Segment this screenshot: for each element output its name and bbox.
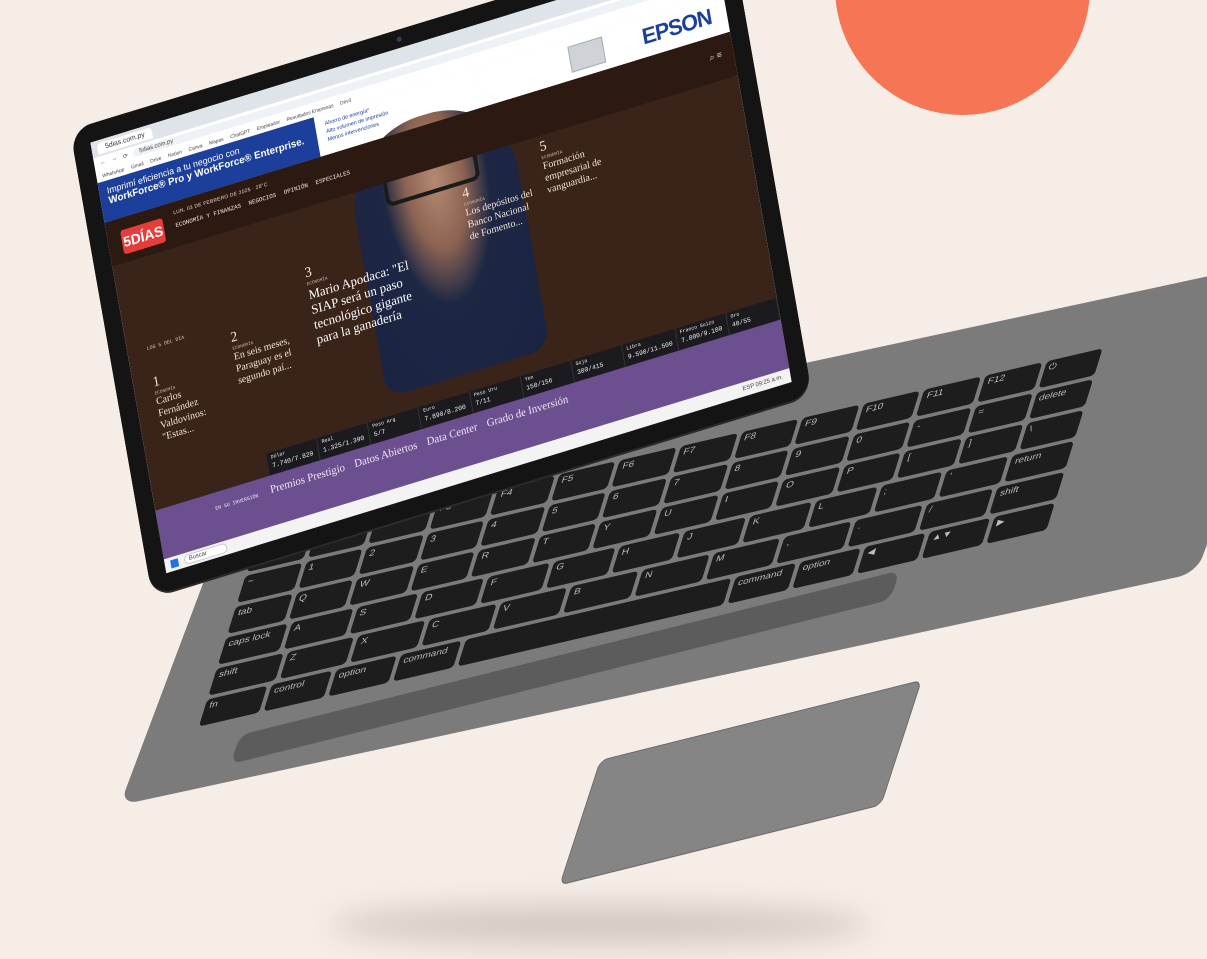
nav-item[interactable]: OPINIÓN xyxy=(283,182,308,196)
investment-link[interactable]: Data Center xyxy=(426,421,479,448)
back-icon[interactable]: ← xyxy=(100,159,107,167)
forward-icon[interactable]: → xyxy=(111,155,118,163)
trackpad[interactable] xyxy=(559,679,923,886)
site-logo[interactable]: 5DÍAS xyxy=(120,217,167,255)
laptop-shadow xyxy=(330,905,870,945)
nav-item[interactable]: NEGOCIOS xyxy=(248,192,277,207)
story-card[interactable]: 1 ECONOMÍA Carlos Fernández Valdovinos: "E… xyxy=(152,355,231,444)
tray-clock: 09:25 a.m. xyxy=(755,374,784,389)
links-label: EN SU INVERSIÓN xyxy=(214,492,260,513)
windows-start-icon[interactable] xyxy=(170,558,180,569)
reload-icon[interactable]: ⟳ xyxy=(122,152,129,160)
header-icons: ⌕ ≡ xyxy=(709,49,723,64)
camera-icon xyxy=(396,36,403,43)
decorative-circle xyxy=(835,0,1090,115)
nav-item[interactable]: ESPECIALES xyxy=(315,169,351,186)
search-icon[interactable]: ⌕ xyxy=(709,51,716,62)
tray-lang: ESP xyxy=(742,383,755,393)
top5-label: LOS 5 DEL DÍA xyxy=(146,334,185,353)
story-card[interactable]: 2 ECONOMÍA En seis meses, Paraguay es el s… xyxy=(229,311,306,388)
menu-icon[interactable]: ≡ xyxy=(716,49,723,60)
printer-image xyxy=(567,36,607,73)
